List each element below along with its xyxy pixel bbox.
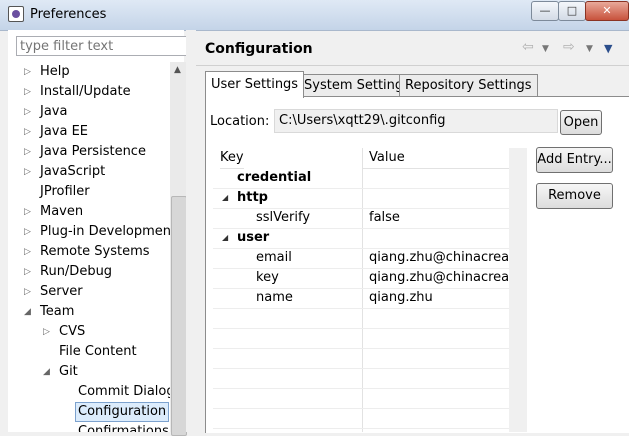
table-value-cell[interactable]: qiang.zhu@chinacreator.co (369, 248, 526, 268)
tree-item-label: Confirmations (78, 424, 169, 432)
row-gridline (213, 348, 526, 349)
column-header-key[interactable]: Key (220, 148, 244, 169)
row-gridline (213, 328, 526, 329)
tree-item-label: Git (59, 364, 78, 379)
tree-item-label: Java EE (40, 124, 89, 139)
tree-item-label: File Content (59, 344, 137, 359)
remove-button[interactable]: Remove (536, 183, 613, 209)
minimize-button[interactable]: — (531, 1, 559, 21)
expand-arrow-icon[interactable]: ▷ (24, 142, 34, 162)
tab-repository-settings[interactable]: Repository Settings (399, 74, 538, 97)
scroll-up-arrow-icon[interactable]: ▲ (174, 65, 181, 75)
row-gridline (213, 408, 526, 409)
table-value-cell[interactable]: qiang.zhu@chinacreator.co (369, 268, 526, 288)
table-key-cell[interactable]: email (256, 248, 292, 268)
expand-arrow-icon[interactable]: ▷ (24, 262, 34, 282)
tree-item-label: Configuration (75, 402, 170, 422)
page-title: Configuration (205, 41, 313, 57)
table-value-cell[interactable]: false (369, 208, 400, 228)
expand-arrow-icon[interactable]: ▷ (24, 202, 34, 222)
close-button[interactable]: ✕ (585, 1, 629, 21)
back-arrow-icon[interactable]: ⇦ (522, 39, 534, 55)
row-gridline (213, 388, 526, 389)
maximize-button[interactable]: □ (558, 1, 586, 21)
expand-arrow-icon[interactable]: ▷ (24, 82, 34, 102)
column-header-value[interactable]: Value (362, 148, 526, 169)
tab-user-settings[interactable]: User Settings (205, 71, 305, 98)
add-entry-button[interactable]: Add Entry... (536, 147, 613, 173)
tree-item-label: Install/Update (40, 84, 131, 99)
back-dropdown-icon[interactable]: ▼ (542, 44, 549, 54)
table-key-cell[interactable]: http (237, 188, 268, 208)
tree-scrollbar[interactable]: ▲ (170, 62, 187, 436)
row-gridline (213, 368, 526, 369)
location-field: C:\Users\xqtt29\.gitconfig (274, 109, 558, 133)
eclipse-app-icon (8, 6, 24, 22)
tree-item-label: JProfiler (40, 184, 90, 199)
expand-arrow-icon[interactable]: ▷ (24, 62, 34, 82)
expand-arrow-icon[interactable]: ▷ (43, 322, 53, 342)
table-key-cell[interactable]: key (256, 268, 279, 288)
expand-arrow-icon[interactable]: ▷ (24, 162, 34, 182)
collapse-arrow-icon[interactable]: ◢ (222, 188, 228, 208)
expand-arrow-icon[interactable]: ▷ (24, 122, 34, 142)
row-gridline (213, 428, 526, 429)
table-key-cell[interactable]: user (237, 228, 269, 248)
table-key-cell[interactable]: name (256, 288, 293, 308)
row-gridline (213, 308, 526, 309)
column-divider (362, 148, 363, 432)
tree-item-label: Team (40, 304, 75, 319)
configuration-page: Configuration ⇦ ▼ ⇨ ▼ ▼ User Settings Sy… (196, 30, 629, 433)
collapse-arrow-icon[interactable]: ◢ (222, 228, 228, 248)
location-label: Location: (210, 114, 270, 129)
table-value-cell[interactable]: qiang.zhu (369, 288, 433, 308)
table-key-cell[interactable]: sslVerify (256, 208, 310, 228)
tree-item-label: JavaScript (40, 164, 106, 179)
preferences-tree-pane: ▷ Help ▷ Install/Update ▷ Java ▷ Java EE ▷ Java P… (8, 30, 191, 436)
tree-item-label: Run/Debug (40, 264, 113, 279)
tree-item-label: CVS (59, 324, 86, 339)
scrollbar-thumb[interactable] (171, 196, 187, 436)
tree-item-label: Java (40, 104, 68, 119)
expand-arrow-icon[interactable]: ▷ (24, 282, 34, 302)
tree-item-label: Server (40, 284, 83, 299)
filter-input[interactable] (16, 36, 191, 56)
expand-arrow-icon[interactable]: ▷ (24, 242, 34, 262)
forward-arrow-icon[interactable]: ⇨ (563, 39, 575, 55)
preferences-tree: ▷ Help ▷ Install/Update ▷ Java ▷ Java EE ▷ Java P… (16, 62, 176, 432)
tree-item-label: Java Persistence (40, 144, 146, 159)
tree-item-label: Help (40, 64, 70, 79)
view-menu-icon[interactable]: ▼ (604, 42, 612, 55)
pane-divider[interactable] (186, 30, 196, 432)
expand-arrow-icon[interactable]: ▷ (24, 222, 34, 242)
tree-item-label: Commit Dialog (78, 384, 175, 399)
forward-dropdown-icon[interactable]: ▼ (586, 44, 593, 54)
open-button[interactable]: Open (560, 110, 602, 135)
collapse-arrow-icon[interactable]: ◢ (43, 362, 53, 382)
table-key-cell[interactable]: credential (237, 168, 311, 188)
window-title: Preferences (30, 7, 107, 22)
config-table[interactable]: Key Value credential ◢ http sslVerify false ◢… (213, 148, 526, 432)
collapse-arrow-icon[interactable]: ◢ (24, 302, 34, 322)
header-divider (196, 65, 629, 66)
expand-arrow-icon[interactable]: ▷ (24, 102, 34, 122)
title-bar: Preferences — □ ✕ (0, 0, 629, 31)
tree-item-label: Plug-in Development (40, 224, 176, 239)
table-scrollbar[interactable] (509, 148, 527, 432)
tree-item-label: Remote Systems (40, 244, 150, 259)
tree-item-label: Maven (40, 204, 84, 219)
